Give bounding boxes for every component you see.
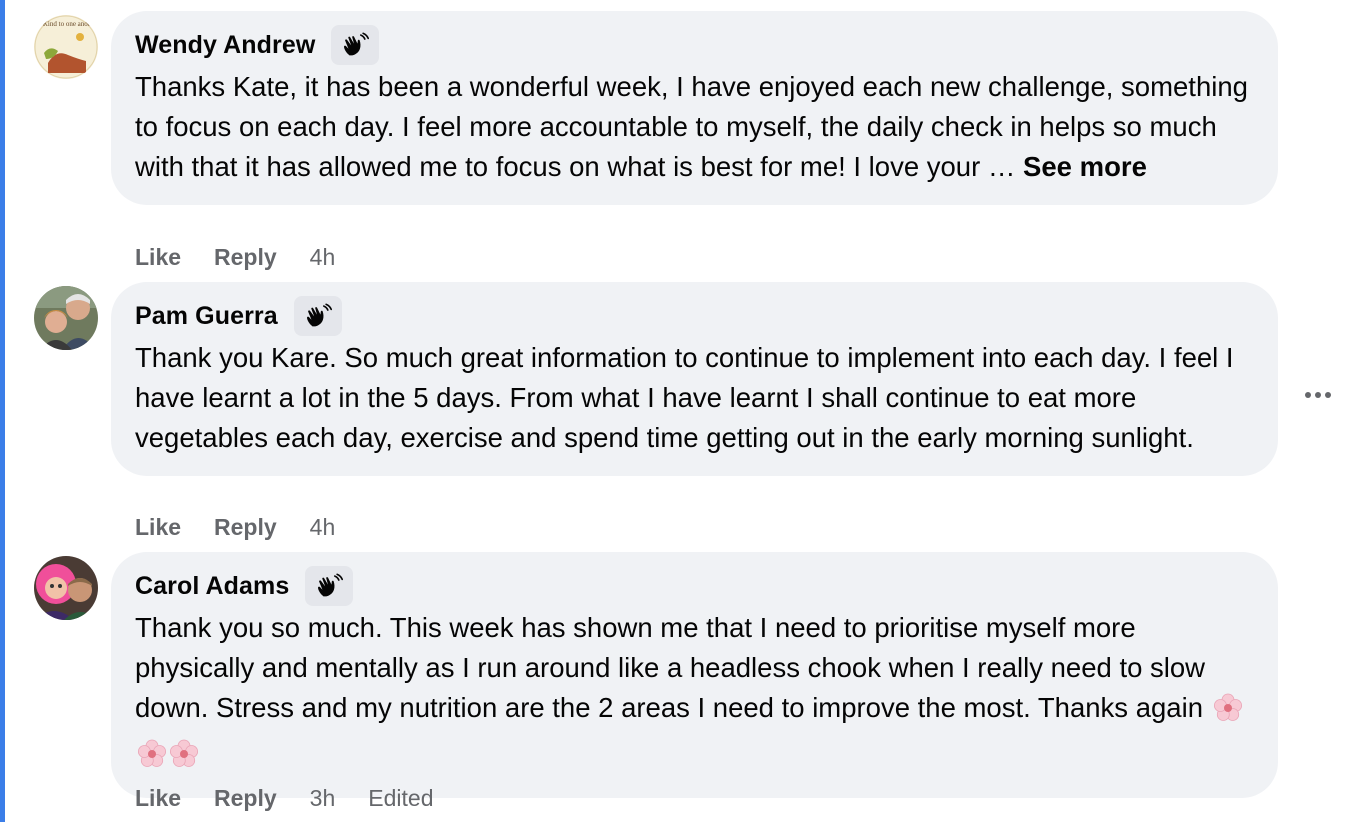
waving-hand-icon[interactable] bbox=[331, 25, 380, 65]
comment-bubble: Wendy Andrew Thanks Kate, it has been a … bbox=[111, 11, 1278, 205]
waving-hand-icon[interactable] bbox=[293, 296, 342, 336]
comment-timestamp[interactable]: 4h bbox=[310, 514, 336, 541]
like-button[interactable]: Like bbox=[135, 244, 181, 271]
cherry-blossom-icon bbox=[137, 739, 167, 780]
comment-actions: Like Reply 3h Edited bbox=[135, 783, 466, 813]
comment-author[interactable]: Wendy Andrew bbox=[135, 31, 315, 60]
avatar[interactable] bbox=[34, 286, 98, 350]
comment-timestamp[interactable]: 4h bbox=[310, 244, 336, 271]
comment-text: Thanks Kate, it has been a wonderful wee… bbox=[135, 67, 1254, 187]
comment-bubble: Pam Guerra Thank you Kare. So much great… bbox=[111, 282, 1278, 476]
reply-button[interactable]: Reply bbox=[214, 785, 277, 812]
comment-text: Thank you Kare. So much great informatio… bbox=[135, 342, 1234, 453]
like-button[interactable]: Like bbox=[135, 785, 181, 812]
edited-label[interactable]: Edited bbox=[368, 785, 433, 812]
comment-author[interactable]: Carol Adams bbox=[135, 572, 289, 601]
comment-bubble: Carol Adams Thank you so much. This week… bbox=[111, 552, 1278, 798]
comment-author[interactable]: Pam Guerra bbox=[135, 302, 278, 331]
reply-button[interactable]: Reply bbox=[214, 514, 277, 541]
like-button[interactable]: Like bbox=[135, 514, 181, 541]
avatar[interactable] bbox=[34, 556, 98, 620]
comment-timestamp[interactable]: 3h bbox=[310, 785, 336, 812]
cherry-blossom-icon bbox=[169, 739, 199, 780]
comment-body: Thank you so much. This week has shown m… bbox=[135, 612, 1211, 723]
avatar-text: Be Kind to one another bbox=[34, 20, 98, 28]
waving-hand-icon[interactable] bbox=[305, 566, 354, 606]
cherry-blossom-icon bbox=[1213, 693, 1243, 734]
thread-indent-rule bbox=[0, 0, 5, 822]
reply-button[interactable]: Reply bbox=[214, 244, 277, 271]
comment-actions: Like Reply 4h bbox=[135, 512, 368, 542]
avatar[interactable]: Be Kind to one another bbox=[34, 15, 98, 79]
comment-actions: Like Reply 4h bbox=[135, 242, 368, 272]
more-options-icon[interactable] bbox=[1296, 383, 1340, 407]
see-more-link[interactable]: See more bbox=[1023, 151, 1147, 182]
comment-text: Thank you so much. This week has shown m… bbox=[135, 608, 1254, 780]
